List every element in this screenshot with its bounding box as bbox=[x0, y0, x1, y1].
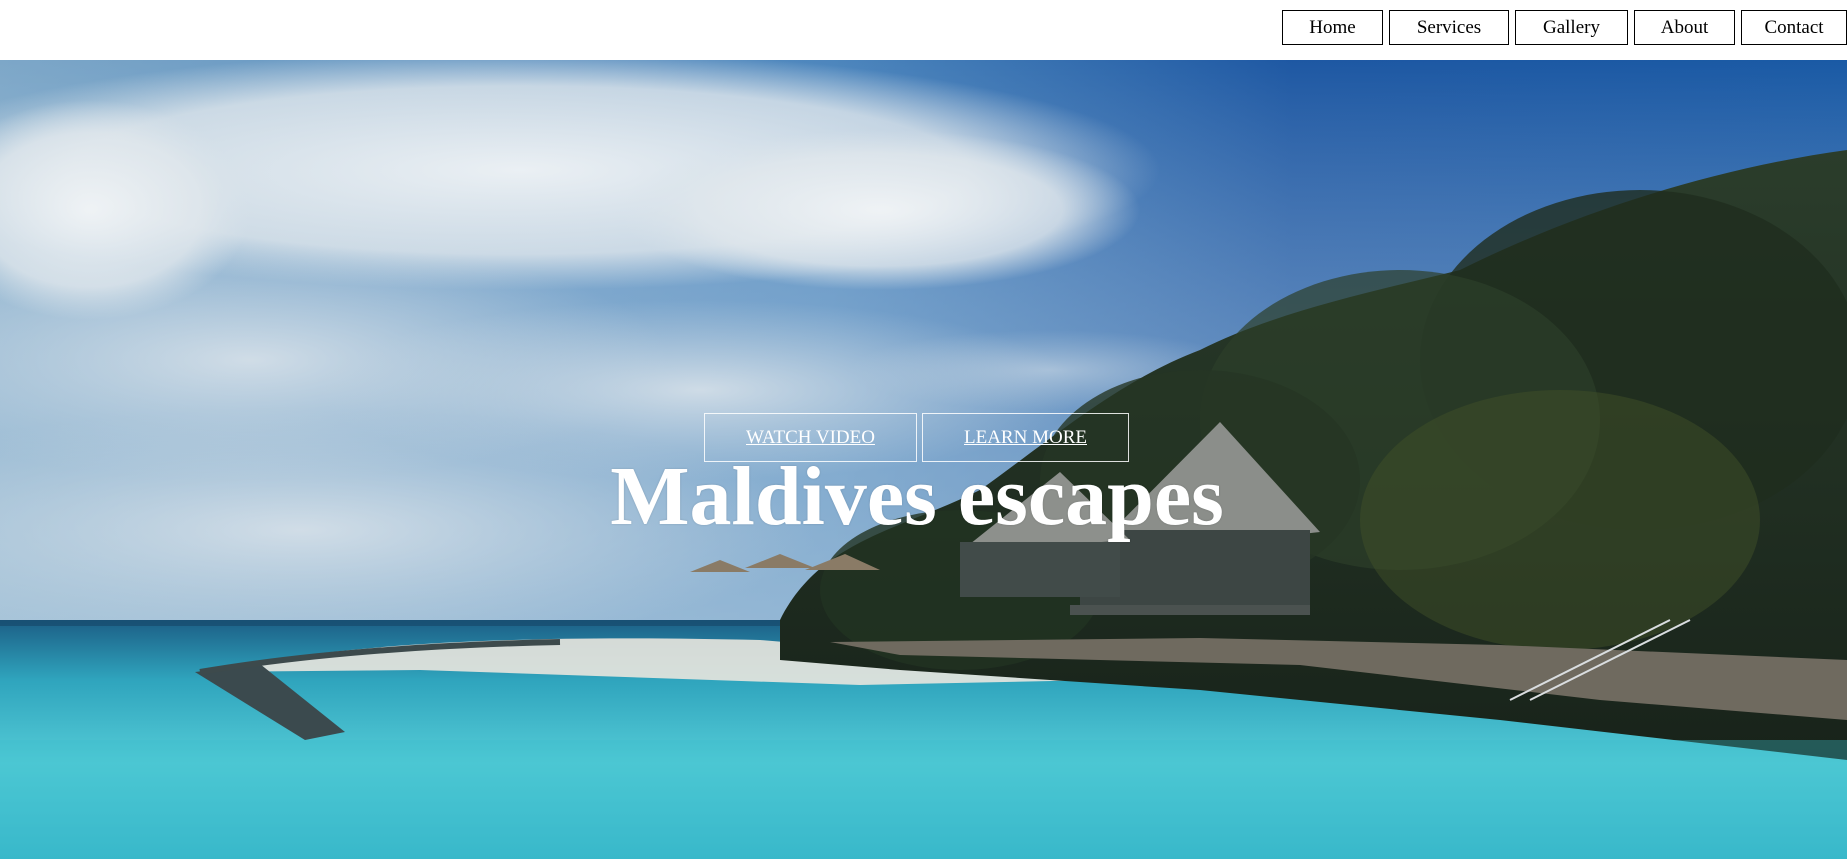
nav-services-button[interactable]: Services bbox=[1389, 10, 1509, 45]
hero-headline: Maldives escapes bbox=[610, 450, 1224, 543]
nav-contact-button[interactable]: Contact bbox=[1741, 10, 1847, 45]
hero-section: WATCH VIDEO LEARN MORE Maldives escapes bbox=[0, 60, 1847, 859]
top-navigation-bar: Home Services Gallery About Contact bbox=[0, 0, 1847, 60]
nav-gallery-button[interactable]: Gallery bbox=[1515, 10, 1628, 45]
main-nav: Home Services Gallery About Contact bbox=[1282, 10, 1847, 45]
nav-about-button[interactable]: About bbox=[1634, 10, 1735, 45]
nav-home-button[interactable]: Home bbox=[1282, 10, 1383, 45]
